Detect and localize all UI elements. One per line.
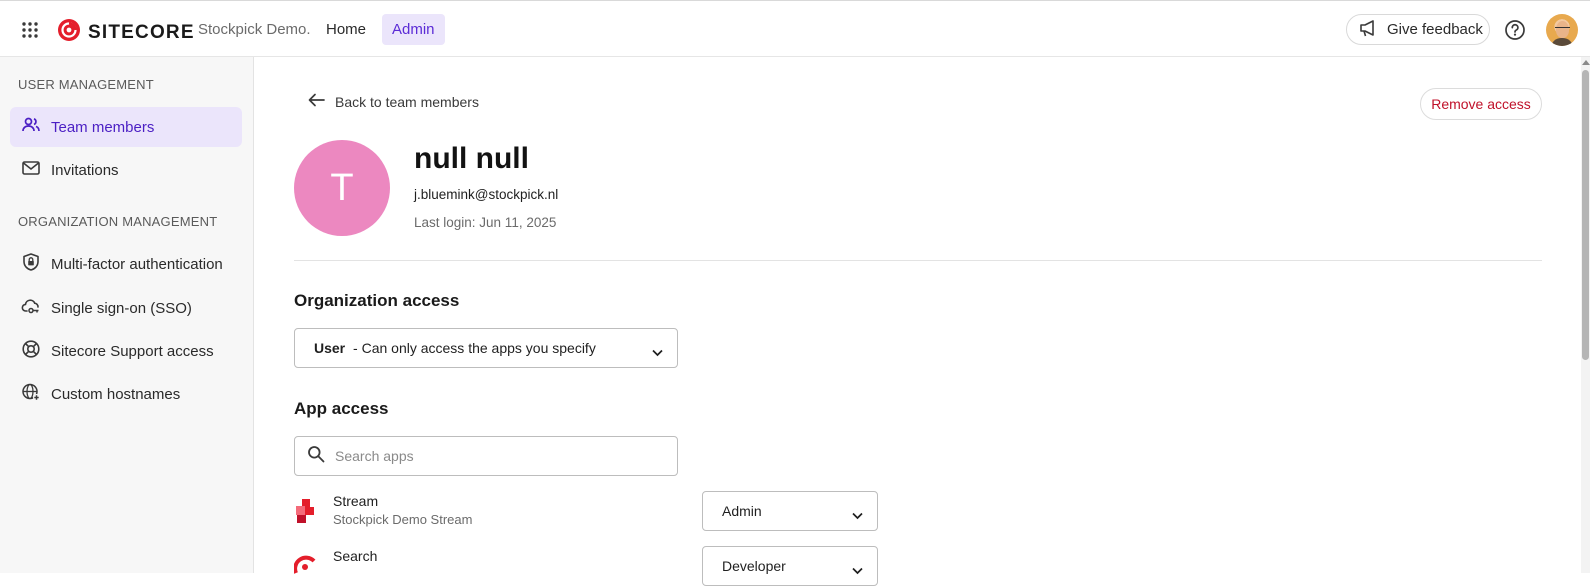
organization-access-title: Organization access — [294, 291, 460, 310]
sidebar-item-label: Multi-factor authentication — [51, 255, 223, 273]
brand-name: SITECORE — [88, 21, 195, 43]
app-access-title: App access — [294, 399, 389, 418]
give-feedback-label: Give feedback — [1387, 21, 1483, 38]
nav-admin[interactable]: Admin — [382, 14, 445, 45]
apps-grid-icon[interactable] — [21, 21, 39, 39]
sidebar-item-label: Single sign-on (SSO) — [51, 299, 192, 317]
back-to-team-members-link[interactable]: Back to team members — [308, 93, 479, 110]
main-content: Back to team members Remove access T nul… — [254, 57, 1590, 586]
stream-app-icon — [294, 498, 316, 529]
search-apps-box — [294, 436, 678, 476]
app-name: Search — [333, 548, 378, 564]
megaphone-icon — [1359, 19, 1387, 41]
arrow-left-icon — [308, 93, 335, 110]
globe-plus-icon — [21, 382, 51, 406]
top-bar: SITECORE Stockpick Demo. Home Admin Give… — [0, 0, 1590, 57]
selected-role: User — [314, 340, 346, 356]
last-login: Last login: Jun 11, 2025 — [414, 215, 557, 230]
give-feedback-button[interactable]: Give feedback — [1346, 14, 1490, 45]
shield-lock-icon — [21, 252, 51, 276]
search-role-select[interactable]: Developer — [702, 546, 878, 586]
sidebar-item-support-access[interactable]: Sitecore Support access — [10, 331, 242, 371]
scrollbar-thumb[interactable] — [1582, 70, 1589, 360]
scroll-up-arrow-icon[interactable] — [1582, 60, 1590, 65]
sidebar-item-custom-hostnames[interactable]: Custom hostnames — [10, 374, 242, 414]
sidebar-item-sso[interactable]: Single sign-on (SSO) — [10, 288, 242, 328]
app-subtitle: Stockpick Demo Stream — [333, 512, 473, 527]
back-link-label: Back to team members — [335, 93, 479, 110]
lifebuoy-icon — [21, 339, 51, 363]
users-icon — [21, 115, 51, 139]
sidebar-item-team-members[interactable]: Team members — [10, 107, 242, 147]
help-icon[interactable] — [1504, 19, 1526, 41]
sidebar: USER MANAGEMENT Team members Invitations… — [0, 57, 254, 573]
organization-management-heading: ORGANIZATION MANAGEMENT — [18, 214, 218, 229]
sidebar-item-invitations[interactable]: Invitations — [10, 150, 242, 190]
user-name: null null — [414, 142, 529, 175]
sidebar-item-label: Invitations — [51, 161, 119, 179]
organization-role-select[interactable]: User - Can only access the apps you spec… — [294, 328, 678, 368]
remove-access-button[interactable]: Remove access — [1420, 88, 1542, 120]
nav-home[interactable]: Home — [318, 14, 374, 45]
selected-role: Admin — [722, 503, 762, 519]
selected-role: Developer — [722, 558, 786, 574]
search-icon — [307, 445, 325, 468]
selected-role-description: - Can only access the apps you specify — [349, 340, 596, 356]
sitecore-logo-icon — [57, 18, 81, 47]
sidebar-item-label: Team members — [51, 118, 155, 136]
chevron-down-icon — [852, 562, 863, 578]
organization-name: Stockpick Demo. — [198, 21, 311, 38]
user-profile-avatar: T — [294, 140, 390, 236]
app-name: Stream — [333, 493, 379, 509]
cloud-key-icon — [21, 296, 51, 320]
search-apps-input[interactable] — [335, 448, 655, 464]
stream-role-select[interactable]: Admin — [702, 491, 878, 531]
sitecore-logo[interactable]: SITECORE — [57, 18, 195, 47]
sidebar-item-label: Custom hostnames — [51, 385, 181, 403]
user-management-heading: USER MANAGEMENT — [18, 77, 154, 92]
chevron-down-icon — [852, 507, 863, 523]
search-app-icon — [293, 553, 316, 580]
user-email: j.bluemink@stockpick.nl — [414, 187, 559, 202]
sidebar-item-mfa[interactable]: Multi-factor authentication — [10, 244, 242, 284]
mail-icon — [21, 158, 51, 182]
sidebar-item-label: Sitecore Support access — [51, 342, 214, 360]
user-avatar[interactable] — [1546, 14, 1578, 46]
divider — [294, 260, 1542, 261]
chevron-down-icon — [652, 344, 663, 360]
